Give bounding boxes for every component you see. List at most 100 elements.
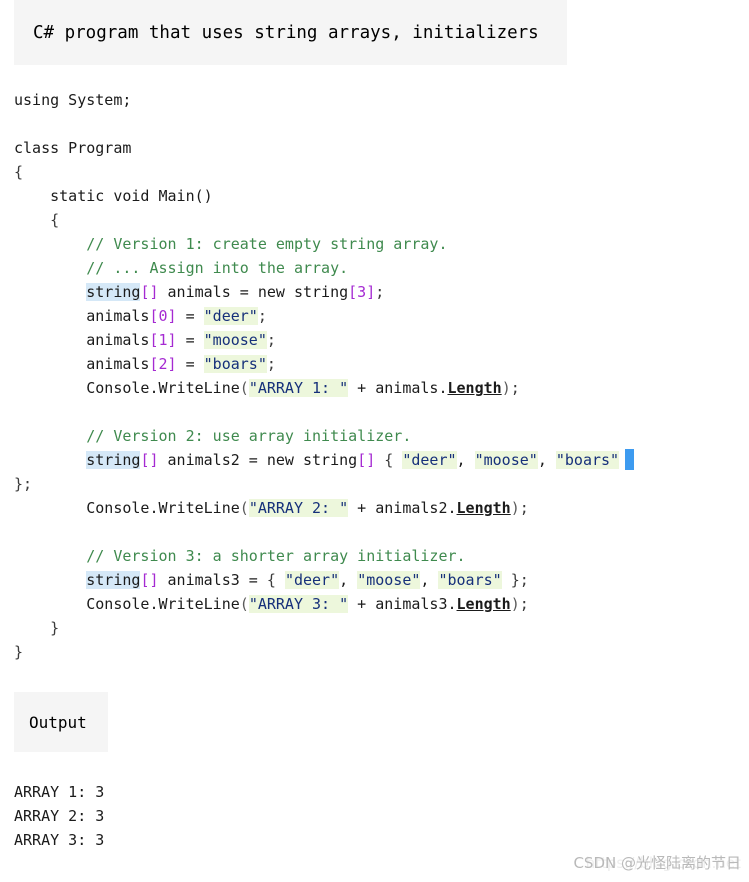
code-token-punct: ; <box>266 355 276 373</box>
code-token-string: "ARRAY 2: " <box>248 499 349 517</box>
code-token-brackets: [2] <box>149 355 177 373</box>
code-line: class Program <box>14 136 749 160</box>
code-token-brackets: [1] <box>149 331 177 349</box>
code-token-plain: animals <box>14 331 150 349</box>
code-token-plain: = <box>176 355 204 373</box>
code-token-string: "boars" <box>203 355 267 373</box>
code-token-comment: // Version 1: create empty string array. <box>86 235 448 253</box>
watermark-text: CSDN @光怪陆离的节日 <box>573 854 741 872</box>
code-token-string: "moose" <box>203 331 267 349</box>
code-token-plain: = <box>176 307 204 325</box>
code-token-comment: // Version 2: use array initializer. <box>86 427 412 445</box>
code-token-brackets: [] <box>140 451 159 469</box>
code-token-prop: Length <box>456 499 511 517</box>
code-token-plain: animals3 = <box>158 571 267 589</box>
code-token-punct: ; <box>23 475 33 493</box>
code-token-plain: Console.WriteLine <box>14 379 240 397</box>
caption-text: C# program that uses string arrays, init… <box>33 22 539 43</box>
code-token-punct: } <box>14 619 60 637</box>
code-token-plain: + animals3. <box>348 595 457 613</box>
code-token-punct: } <box>510 571 520 589</box>
text-caret <box>625 449 635 470</box>
code-token-plain: , <box>456 451 475 469</box>
console-line: ARRAY 1: 3 <box>14 783 105 801</box>
code-token-plain: Console.WriteLine <box>14 595 240 613</box>
code-line: // Version 3: a shorter array initialize… <box>14 544 749 568</box>
code-token-prop: Length <box>447 379 502 397</box>
code-token-punct: { <box>14 211 60 229</box>
code-token-paren: ( <box>239 595 249 613</box>
code-token-string: "deer" <box>402 451 457 469</box>
code-token-string: "boars" <box>555 451 620 469</box>
code-token-plain: animals <box>14 307 150 325</box>
code-token-punct: ; <box>519 595 529 613</box>
output-banner: Output <box>14 692 108 752</box>
code-token-comment: // ... Assign into the array. <box>86 259 349 277</box>
caption-banner: C# program that uses string arrays, init… <box>14 0 567 65</box>
code-token-paren: ) <box>510 499 520 517</box>
code-line: string[] animals = new string[3]; <box>14 280 749 304</box>
code-line: animals[2] = "boars"; <box>14 352 749 376</box>
code-line: { <box>14 160 749 184</box>
code-token-punct: } <box>14 643 24 661</box>
code-token-paren: ( <box>239 499 249 517</box>
code-token-brackets: [0] <box>149 307 177 325</box>
code-token-keyword: string <box>86 451 141 469</box>
code-token-punct: { <box>14 163 24 181</box>
code-line: { <box>14 208 749 232</box>
console-line: ARRAY 2: 3 <box>14 807 105 825</box>
code-token-punct: ; <box>257 307 267 325</box>
code-token-prop: Length <box>456 595 511 613</box>
code-line: } <box>14 640 749 664</box>
console-line: ARRAY 3: 3 <box>14 831 105 849</box>
code-block[interactable]: using System; class Program { static void … <box>14 88 749 664</box>
code-token-punct: ; <box>510 379 520 397</box>
watermark: CSDN @光怪陆离的节日 <box>564 836 741 872</box>
code-token-plain: + animals. <box>348 379 448 397</box>
code-token-punct: ; <box>519 499 529 517</box>
code-token-punct: { <box>384 451 394 469</box>
code-token-brackets: [] <box>357 451 376 469</box>
code-line: static void Main() <box>14 184 749 208</box>
console-output: ARRAY 1: 3 ARRAY 2: 3 ARRAY 3: 3 <box>14 780 104 852</box>
code-token-keyword: string <box>86 571 141 589</box>
code-token-brackets: [] <box>140 283 159 301</box>
code-line: string[] animals2 = new string[] { "deer… <box>14 448 749 472</box>
code-token-keyword: string <box>86 283 141 301</box>
code-token-plain: , <box>420 571 439 589</box>
code-token-plain: = <box>176 331 204 349</box>
code-token-plain: + animals2. <box>348 499 457 517</box>
code-line: Console.WriteLine("ARRAY 3: " + animals3… <box>14 592 749 616</box>
code-token-string: "moose" <box>357 571 421 589</box>
code-line: }; <box>14 472 749 496</box>
code-token-punct: ; <box>519 571 529 589</box>
code-line: animals[1] = "moose"; <box>14 328 749 352</box>
code-token-brackets: [] <box>140 571 159 589</box>
output-label: Output <box>29 712 87 732</box>
code-token-string: "boars" <box>438 571 502 589</box>
code-line: } <box>14 616 749 640</box>
code-line: Console.WriteLine("ARRAY 2: " + animals2… <box>14 496 749 520</box>
code-token-punct: } <box>14 475 24 493</box>
code-line: // Version 2: use array initializer. <box>14 424 749 448</box>
code-token-comment: // Version 3: a shorter array initialize… <box>86 547 466 565</box>
code-token-plain: static void Main() <box>14 187 213 205</box>
code-line: Console.WriteLine("ARRAY 1: " + animals.… <box>14 376 749 400</box>
code-token-plain: , <box>537 451 556 469</box>
code-token-string: "ARRAY 3: " <box>248 595 349 613</box>
code-line: using System; <box>14 88 749 112</box>
code-token-string: "deer" <box>284 571 340 589</box>
code-token-paren: ) <box>501 379 511 397</box>
